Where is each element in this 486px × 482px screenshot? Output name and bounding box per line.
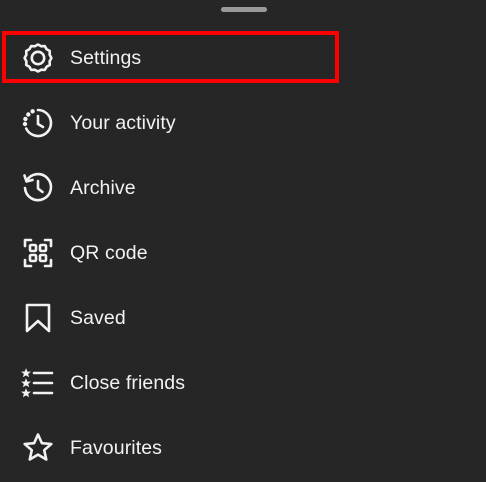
menu-item-label: Saved: [70, 306, 126, 329]
menu-item-label: Archive: [70, 176, 136, 199]
close-friends-list-icon: [20, 365, 56, 401]
star-icon: [20, 430, 56, 466]
bottom-sheet: Settings Your activity Archive QR code S…: [0, 0, 486, 482]
menu-item-qr-code[interactable]: QR code: [0, 222, 486, 284]
archive-history-icon: [20, 170, 56, 206]
menu-item-label: Your activity: [70, 111, 176, 134]
menu-item-archive[interactable]: Archive: [0, 157, 486, 219]
menu-item-saved[interactable]: Saved: [0, 287, 486, 349]
bookmark-icon: [20, 300, 56, 336]
drag-handle[interactable]: [221, 7, 267, 12]
menu-item-label: QR code: [70, 241, 148, 264]
menu-item-label: Settings: [70, 46, 142, 69]
qr-code-icon: [20, 235, 56, 271]
menu-item-close-friends[interactable]: Close friends: [0, 352, 486, 414]
menu-item-label: Favourites: [70, 436, 163, 459]
menu-item-your-activity[interactable]: Your activity: [0, 92, 486, 154]
menu-item-favourites[interactable]: Favourites: [0, 417, 486, 479]
menu-item-settings[interactable]: Settings: [0, 27, 486, 89]
activity-clock-icon: [20, 105, 56, 141]
settings-gear-icon: [20, 40, 56, 76]
menu-item-label: Close friends: [70, 371, 186, 394]
